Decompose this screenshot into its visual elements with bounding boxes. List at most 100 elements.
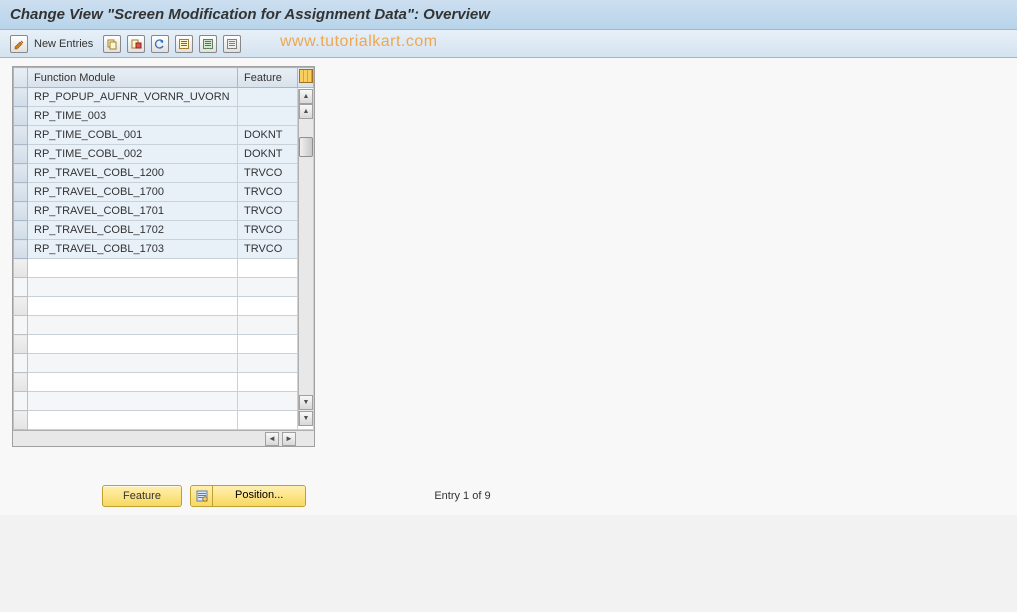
row-selector[interactable] — [14, 392, 28, 411]
table-row[interactable]: RP_TRAVEL_COBL_1701TRVCO — [14, 202, 314, 221]
row-selector[interactable] — [14, 278, 28, 297]
cell-function-module[interactable]: RP_TIME_COBL_001 — [28, 126, 238, 145]
row-selector[interactable] — [14, 145, 28, 164]
header-select[interactable] — [14, 68, 28, 88]
scroll-thumb[interactable] — [299, 137, 313, 157]
table-row[interactable] — [14, 259, 314, 278]
cell-feature[interactable] — [238, 88, 298, 107]
cell-feature[interactable]: TRVCO — [238, 240, 298, 259]
row-selector[interactable] — [14, 202, 28, 221]
select-block-icon[interactable] — [199, 35, 217, 53]
title-bar: Change View "Screen Modification for Ass… — [0, 0, 1017, 30]
scroll-up-icon[interactable]: ▲ — [299, 89, 313, 104]
row-selector[interactable] — [14, 411, 28, 430]
scroll-down2-icon[interactable]: ▼ — [299, 411, 313, 426]
feature-button[interactable]: Feature — [102, 485, 182, 507]
cell-function-module[interactable]: RP_TIME_003 — [28, 107, 238, 126]
table-row[interactable] — [14, 297, 314, 316]
position-button-label: Position... — [213, 486, 305, 506]
table-row[interactable]: RP_TRAVEL_COBL_1703TRVCO — [14, 240, 314, 259]
scroll-down-icon[interactable]: ▼ — [299, 395, 313, 410]
deselect-all-icon[interactable] — [223, 35, 241, 53]
row-selector[interactable] — [14, 316, 28, 335]
table-row[interactable] — [14, 392, 314, 411]
cell-function-module[interactable]: RP_TRAVEL_COBL_1700 — [28, 183, 238, 202]
table-row[interactable]: RP_POPUP_AUFNR_VORNR_UVORN — [14, 88, 314, 107]
table-row[interactable] — [14, 335, 314, 354]
cell-feature[interactable] — [238, 354, 298, 373]
scroll-left-icon[interactable]: ◄ — [265, 432, 279, 446]
undo-change-icon[interactable] — [151, 35, 169, 53]
position-icon — [191, 486, 213, 506]
select-all-icon[interactable] — [175, 35, 193, 53]
table-row[interactable]: RP_TRAVEL_COBL_1700TRVCO — [14, 183, 314, 202]
table-row[interactable] — [14, 354, 314, 373]
table-row[interactable]: RP_TIME_COBL_002DOKNT — [14, 145, 314, 164]
table-row[interactable]: RP_TIME_003 — [14, 107, 314, 126]
cell-function-module[interactable]: RP_TRAVEL_COBL_1702 — [28, 221, 238, 240]
table-row[interactable] — [14, 411, 314, 430]
scroll-up2-icon[interactable]: ▲ — [299, 104, 313, 119]
cell-function-module[interactable] — [28, 259, 238, 278]
row-selector[interactable] — [14, 164, 28, 183]
cell-feature[interactable]: TRVCO — [238, 221, 298, 240]
data-table: Function Module Feature RP_POPUP_AUFNR_V… — [13, 67, 314, 430]
cell-feature[interactable] — [238, 392, 298, 411]
row-selector[interactable] — [14, 107, 28, 126]
header-function-module[interactable]: Function Module — [28, 68, 238, 88]
cell-function-module[interactable] — [28, 392, 238, 411]
cell-feature[interactable]: DOKNT — [238, 126, 298, 145]
cell-feature[interactable]: DOKNT — [238, 145, 298, 164]
cell-function-module[interactable] — [28, 373, 238, 392]
row-selector[interactable] — [14, 88, 28, 107]
cell-feature[interactable] — [238, 373, 298, 392]
position-button[interactable]: Position... — [190, 485, 306, 507]
cell-feature[interactable] — [238, 107, 298, 126]
cell-feature[interactable]: TRVCO — [238, 164, 298, 183]
cell-feature[interactable] — [238, 259, 298, 278]
cell-function-module[interactable]: RP_TRAVEL_COBL_1701 — [28, 202, 238, 221]
cell-function-module[interactable]: RP_POPUP_AUFNR_VORNR_UVORN — [28, 88, 238, 107]
footer-bar: Feature Position... Entry 1 of 9 — [12, 485, 1005, 507]
table-row[interactable] — [14, 316, 314, 335]
cell-function-module[interactable] — [28, 411, 238, 430]
row-selector[interactable] — [14, 259, 28, 278]
delete-icon[interactable] — [127, 35, 145, 53]
cell-function-module[interactable] — [28, 354, 238, 373]
header-feature[interactable]: Feature — [238, 68, 298, 88]
cell-feature[interactable] — [238, 297, 298, 316]
table-row[interactable]: RP_TRAVEL_COBL_1702TRVCO — [14, 221, 314, 240]
row-selector[interactable] — [14, 354, 28, 373]
cell-function-module[interactable] — [28, 297, 238, 316]
scroll-right-icon[interactable]: ► — [282, 432, 296, 446]
cell-feature[interactable] — [238, 335, 298, 354]
cell-function-module[interactable]: RP_TRAVEL_COBL_1703 — [28, 240, 238, 259]
table-row[interactable]: RP_TRAVEL_COBL_1200TRVCO — [14, 164, 314, 183]
table-config-button[interactable] — [298, 68, 314, 88]
row-selector[interactable] — [14, 126, 28, 145]
cell-feature[interactable] — [238, 278, 298, 297]
cell-function-module[interactable]: RP_TRAVEL_COBL_1200 — [28, 164, 238, 183]
cell-feature[interactable]: TRVCO — [238, 183, 298, 202]
row-selector[interactable] — [14, 373, 28, 392]
toggle-display-change-icon[interactable] — [10, 35, 28, 53]
row-selector[interactable] — [14, 335, 28, 354]
row-selector[interactable] — [14, 297, 28, 316]
row-selector[interactable] — [14, 240, 28, 259]
table-row[interactable] — [14, 373, 314, 392]
cell-function-module[interactable] — [28, 316, 238, 335]
row-selector[interactable] — [14, 183, 28, 202]
horizontal-scrollbar: ◄ ► — [13, 430, 314, 446]
table-row[interactable] — [14, 278, 314, 297]
cell-feature[interactable] — [238, 411, 298, 430]
table-row[interactable]: RP_TIME_COBL_001DOKNT — [14, 126, 314, 145]
cell-function-module[interactable] — [28, 335, 238, 354]
cell-feature[interactable]: TRVCO — [238, 202, 298, 221]
cell-feature[interactable] — [238, 316, 298, 335]
new-entries-button[interactable]: New Entries — [34, 38, 93, 50]
cell-function-module[interactable]: RP_TIME_COBL_002 — [28, 145, 238, 164]
page-title: Change View "Screen Modification for Ass… — [10, 6, 490, 23]
row-selector[interactable] — [14, 221, 28, 240]
cell-function-module[interactable] — [28, 278, 238, 297]
copy-as-icon[interactable] — [103, 35, 121, 53]
